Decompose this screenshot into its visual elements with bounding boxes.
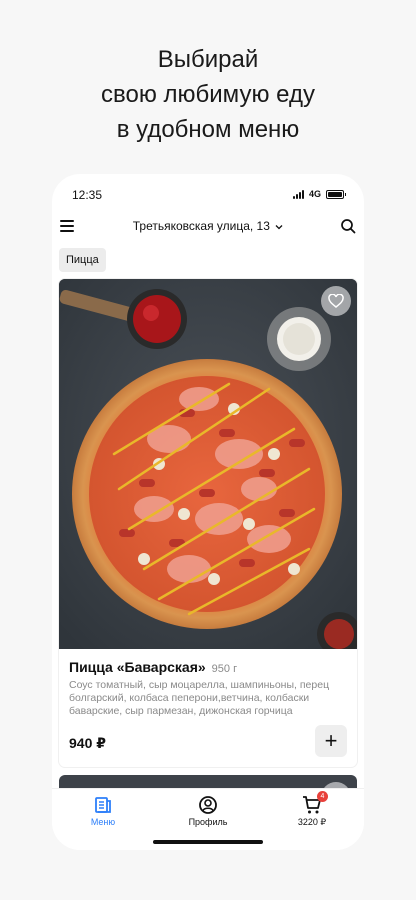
status-bar: 12:35 4G: [52, 174, 364, 214]
product-description: Соус томатный, сыр моцарелла, шампиньоны…: [69, 679, 330, 717]
plus-icon: +: [324, 728, 338, 753]
address-selector[interactable]: Третьяковская улица, 13: [92, 219, 324, 233]
category-chip[interactable]: Пицца: [59, 248, 106, 272]
phone-screen: 12:35 4G Третьяковская улица, 13 Пицца П…: [52, 174, 364, 850]
add-to-cart-button[interactable]: +: [315, 725, 347, 757]
app-header: Третьяковская улица, 13: [52, 214, 364, 244]
battery-icon: [326, 189, 346, 199]
status-time: 12:35: [72, 188, 103, 202]
heart-icon: [328, 294, 344, 308]
product-photo: [59, 279, 357, 649]
product-title-row: Пицца «Баварская» 950 г: [69, 659, 349, 675]
headline-line-3: в удобном меню: [116, 116, 300, 143]
headline-line-1: Выбирай: [157, 46, 259, 73]
network-type: 4G: [308, 189, 321, 199]
cart-icon-wrap: 4: [302, 791, 328, 815]
home-indicator: [153, 840, 263, 844]
product-weight: 950 г: [211, 663, 238, 675]
cart-count-badge: 4: [317, 791, 328, 802]
pizza-image: [59, 279, 357, 649]
cart-total: 3220 ₽: [297, 817, 327, 827]
status-indicators: 4G: [292, 189, 346, 199]
menu-book-icon: [95, 797, 111, 813]
product-price: 940 ₽: [69, 735, 106, 751]
user-circle-icon: [199, 796, 217, 814]
hamburger-menu-icon[interactable]: [60, 220, 74, 232]
chevron-down-icon: [275, 224, 283, 230]
promo-headline: Выбирай свою любимую еду в удобном меню: [0, 42, 416, 147]
tab-profile[interactable]: Профиль: [168, 795, 248, 827]
tab-menu-label: Меню: [90, 817, 116, 827]
search-icon[interactable]: [340, 218, 356, 234]
signal-icon: [292, 189, 304, 199]
address-text: Третьяковская улица, 13: [132, 219, 270, 233]
tab-cart[interactable]: 4 3220 ₽: [272, 791, 352, 828]
tab-profile-label: Профиль: [188, 817, 228, 827]
product-card[interactable]: Пицца «Баварская» 950 г Соус томатный, сы…: [59, 279, 357, 767]
tab-menu[interactable]: Меню: [63, 795, 143, 827]
product-name: Пицца «Баварская»: [69, 659, 206, 675]
favorite-button[interactable]: [321, 286, 351, 316]
headline-line-2: свою любимую еду: [101, 81, 315, 108]
